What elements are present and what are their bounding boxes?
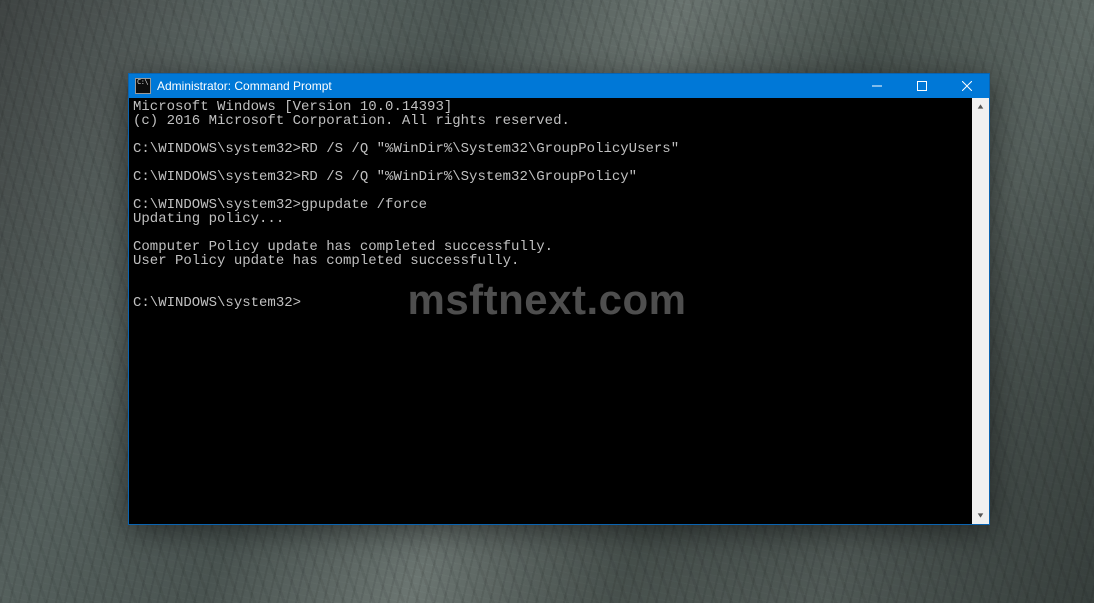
terminal-line: User Policy update has completed success…	[133, 254, 968, 268]
scroll-down-button[interactable]	[972, 507, 989, 524]
terminal-output[interactable]: Microsoft Windows [Version 10.0.14393](c…	[129, 98, 972, 524]
terminal-line: C:\WINDOWS\system32>RD /S /Q "%WinDir%\S…	[133, 142, 968, 156]
window-title: Administrator: Command Prompt	[157, 79, 332, 93]
terminal-line: C:\WINDOWS\system32>RD /S /Q "%WinDir%\S…	[133, 170, 968, 184]
vertical-scrollbar[interactable]	[972, 98, 989, 524]
terminal-line: C:\WINDOWS\system32>	[133, 296, 968, 310]
terminal-line	[133, 226, 968, 240]
scroll-up-button[interactable]	[972, 98, 989, 115]
terminal-line: Computer Policy update has completed suc…	[133, 240, 968, 254]
close-button[interactable]	[944, 74, 989, 98]
command-prompt-window: Administrator: Command Prompt Microsoft …	[128, 73, 990, 525]
terminal-line: Microsoft Windows [Version 10.0.14393]	[133, 100, 968, 114]
terminal-line: C:\WINDOWS\system32>gpupdate /force	[133, 198, 968, 212]
minimize-button[interactable]	[854, 74, 899, 98]
terminal-line	[133, 184, 968, 198]
titlebar[interactable]: Administrator: Command Prompt	[129, 74, 989, 98]
terminal-line	[133, 268, 968, 282]
cmd-icon	[135, 78, 151, 94]
terminal-line	[133, 282, 968, 296]
scroll-track[interactable]	[972, 115, 989, 507]
terminal-line: Updating policy...	[133, 212, 968, 226]
terminal-line	[133, 156, 968, 170]
terminal-line	[133, 128, 968, 142]
terminal-line: (c) 2016 Microsoft Corporation. All righ…	[133, 114, 968, 128]
desktop-background: Administrator: Command Prompt Microsoft …	[0, 0, 1094, 603]
client-area: Microsoft Windows [Version 10.0.14393](c…	[129, 98, 989, 524]
maximize-button[interactable]	[899, 74, 944, 98]
